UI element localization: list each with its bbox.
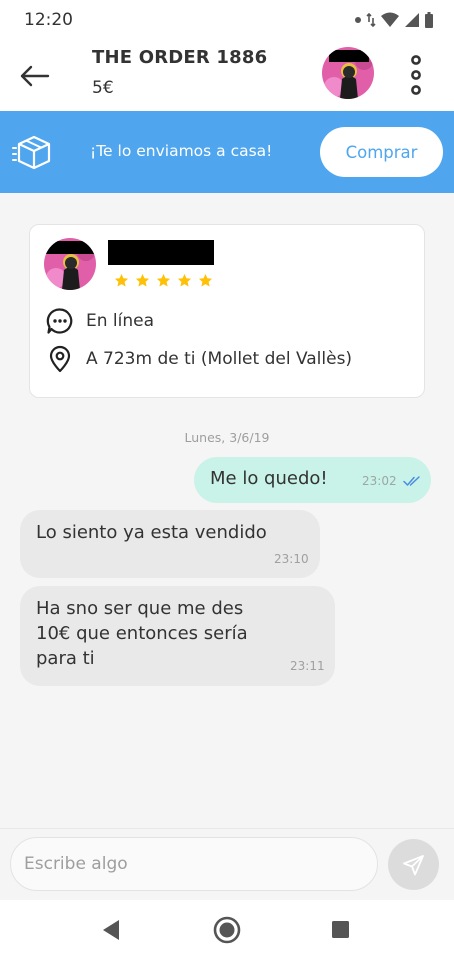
home-circle-icon xyxy=(213,916,241,944)
seller-card-avatar[interactable] xyxy=(44,238,96,290)
status-icons xyxy=(354,10,434,30)
data-arrows-icon xyxy=(366,12,376,28)
message-bubble-outgoing[interactable]: Me lo quedo! 23:02 xyxy=(194,457,431,503)
shipping-banner: ¡Te lo enviamos a casa! Comprar xyxy=(0,111,454,193)
more-vertical-icon xyxy=(411,55,421,95)
seller-card[interactable]: En línea A 723m de ti (Mollet del Vallès… xyxy=(29,224,425,398)
avatar-image xyxy=(44,238,96,290)
item-price: 5€ xyxy=(92,78,114,98)
message-time: 23:10 xyxy=(274,552,309,566)
message-line: Ha sno ser que me des xyxy=(36,598,244,619)
double-check-icon xyxy=(403,476,420,486)
online-status-text: En línea xyxy=(86,311,155,331)
message-bubble-incoming[interactable]: Ha sno ser que me des 10€ que entonces s… xyxy=(20,586,335,686)
location-row: A 723m de ti (Mollet del Vallès) xyxy=(46,345,352,373)
message-input[interactable] xyxy=(10,837,378,891)
message-time: 23:02 xyxy=(362,474,397,488)
message-line: 10€ que entonces sería xyxy=(36,623,248,644)
avatar-image xyxy=(322,47,374,99)
status-time: 12:20 xyxy=(24,10,73,30)
chat-header: THE ORDER 1886 5€ xyxy=(0,40,454,111)
star-icon xyxy=(198,273,213,287)
message-time: 23:11 xyxy=(290,659,325,673)
online-status-row: En línea xyxy=(46,307,154,335)
location-text: A 723m de ti (Mollet del Vallès) xyxy=(86,349,353,369)
message-line: para ti xyxy=(36,648,95,669)
item-title[interactable]: THE ORDER 1886 xyxy=(92,47,267,68)
more-options-button[interactable] xyxy=(402,52,430,98)
wifi-icon xyxy=(381,12,399,27)
star-icon xyxy=(156,273,171,287)
star-icon xyxy=(135,273,150,287)
star-icon xyxy=(114,273,129,287)
nav-home-button[interactable] xyxy=(212,915,242,945)
message-text: Ha sno ser que me des 10€ que entonces s… xyxy=(36,596,248,671)
message-composer xyxy=(0,828,454,900)
location-pin-icon xyxy=(49,345,71,373)
back-button[interactable] xyxy=(16,58,52,94)
nav-back-button[interactable] xyxy=(97,915,127,945)
chat-dots-icon xyxy=(46,308,73,334)
buy-button[interactable]: Comprar xyxy=(320,127,443,177)
seller-name-redacted xyxy=(108,240,214,265)
battery-icon xyxy=(425,12,433,28)
message-bubble-incoming[interactable]: Lo siento ya esta vendido 23:10 xyxy=(20,510,320,578)
date-separator: Lunes, 3/6/19 xyxy=(184,430,270,445)
back-triangle-icon xyxy=(103,920,119,940)
seller-rating xyxy=(114,273,213,288)
recents-square-icon xyxy=(332,921,349,938)
star-icon xyxy=(177,273,192,287)
message-text: Me lo quedo! xyxy=(210,468,328,489)
message-text: Lo siento ya esta vendido xyxy=(36,522,267,543)
seller-avatar[interactable] xyxy=(322,47,374,99)
shipping-text: ¡Te lo enviamos a casa! xyxy=(90,142,273,160)
signal-icon xyxy=(405,13,419,27)
system-nav-bar xyxy=(0,900,454,960)
nav-recents-button[interactable] xyxy=(326,915,356,945)
notification-dot-icon xyxy=(355,17,361,23)
box-icon xyxy=(12,135,51,170)
arrow-left-icon xyxy=(20,65,50,87)
send-button[interactable] xyxy=(388,839,439,890)
send-icon xyxy=(402,854,424,875)
status-bar: 12:20 xyxy=(0,0,454,40)
